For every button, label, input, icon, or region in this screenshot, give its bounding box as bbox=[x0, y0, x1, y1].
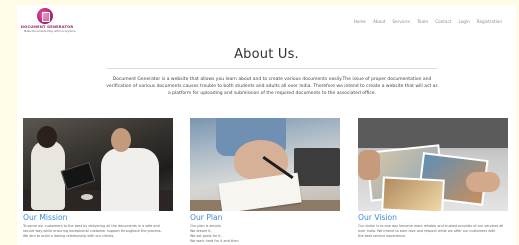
mission-line: We aim to build a lasting relationship w… bbox=[23, 234, 115, 238]
vision-card: Our Vision Our vision is to one day beco… bbox=[358, 118, 508, 238]
mission-title: Our Mission bbox=[23, 213, 68, 222]
plan-photo bbox=[190, 118, 340, 211]
brand-logo[interactable]: DOCUMENT GENERATOR Make Documents Easy w… bbox=[21, 8, 79, 40]
vision-photo bbox=[358, 118, 508, 211]
intro-line: a platform for uploading and submission … bbox=[167, 91, 377, 96]
nav-login[interactable]: Login bbox=[458, 19, 469, 24]
intro-line: Document Generator is a website that all… bbox=[112, 77, 432, 82]
nav-team[interactable]: Team bbox=[417, 19, 428, 24]
plan-line: We work hard for it and then bbox=[190, 239, 239, 243]
main-nav: Home About Services Team Contact Login R… bbox=[354, 19, 502, 24]
document-logo-icon bbox=[37, 8, 53, 24]
title-divider bbox=[107, 68, 437, 69]
mission-photo bbox=[23, 118, 173, 211]
nav-home[interactable]: Home bbox=[354, 19, 366, 24]
about-page: DOCUMENT GENERATOR Make Documents Easy w… bbox=[17, 5, 516, 245]
mission-description: To serve our customers to the best by de… bbox=[23, 224, 173, 239]
brand-name: DOCUMENT GENERATOR bbox=[21, 25, 74, 29]
page-title: About Us. bbox=[234, 47, 299, 62]
intro-text: Document Generator is a website that all… bbox=[77, 76, 467, 97]
plan-title: Our Plan bbox=[190, 213, 223, 222]
nav-services[interactable]: Services bbox=[392, 19, 410, 24]
intro-line: verification of various documents causes… bbox=[106, 84, 438, 89]
vision-title: Our Vision bbox=[358, 213, 397, 222]
vision-description: Our vision is to one day become more rel… bbox=[358, 224, 508, 239]
nav-contact[interactable]: Contact bbox=[435, 19, 451, 24]
nav-registration[interactable]: Registration bbox=[477, 19, 502, 24]
nav-about[interactable]: About bbox=[373, 19, 385, 24]
site-header: DOCUMENT GENERATOR Make Documents Easy w… bbox=[17, 5, 516, 43]
mission-card: Our Mission To serve our customers to th… bbox=[23, 118, 173, 238]
vision-line: the best service experience. bbox=[358, 234, 407, 238]
brand-tagline: Make Documents Easy with Us Anytime bbox=[24, 30, 76, 33]
plan-description: Our plan is simple, We dream it, We set … bbox=[190, 224, 340, 244]
plan-card: Our Plan Our plan is simple, We dream it… bbox=[190, 118, 340, 243]
